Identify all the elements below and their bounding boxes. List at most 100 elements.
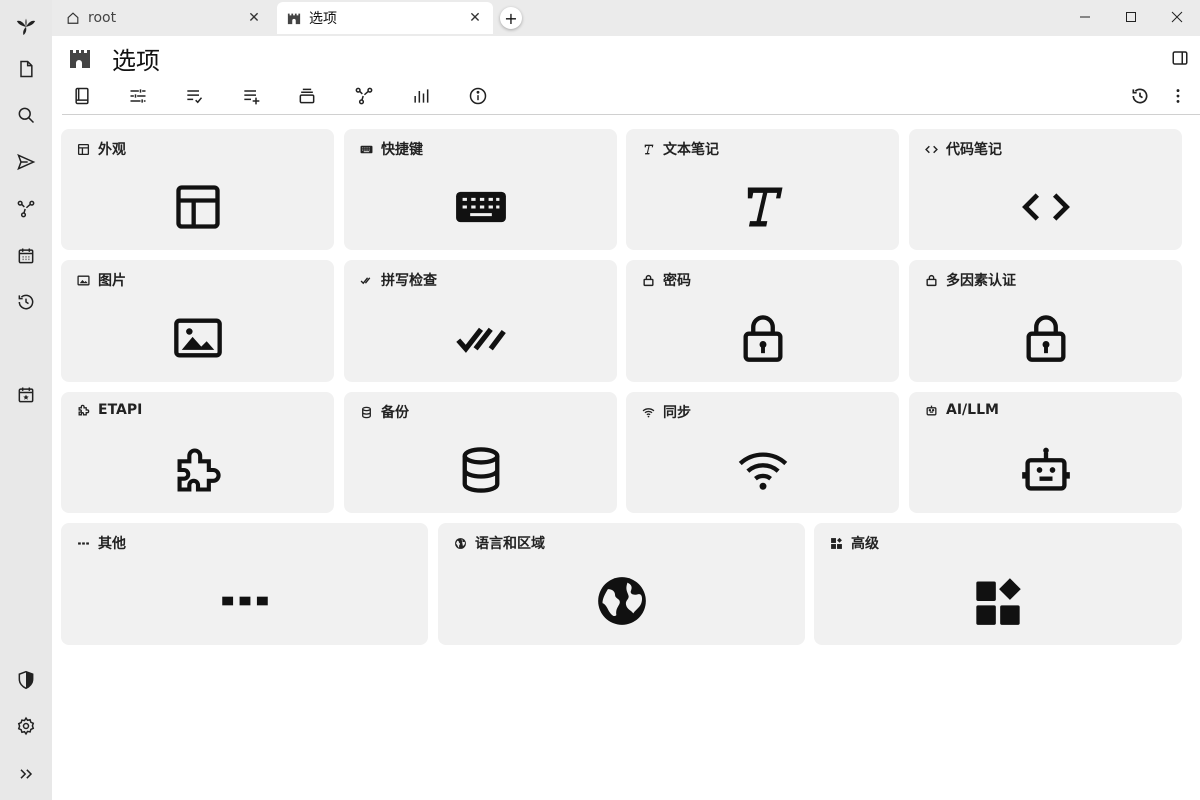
dots-icon [77,536,91,550]
tab-close-button[interactable]: ✕ [246,10,262,26]
double-check-icon [455,312,507,364]
card-code-notes[interactable]: 代码笔记 [909,129,1182,250]
card-appearance[interactable]: 外观 [61,129,334,250]
card-label: 同步 [663,405,691,421]
stack-icon[interactable] [289,82,325,110]
list-check-icon[interactable] [176,82,212,110]
robot-icon [1020,444,1072,496]
card-language-region[interactable]: 语言和区域 [438,523,805,645]
card-other[interactable]: 其他 [61,523,428,645]
ribbon-toolbar [62,80,1192,112]
castle-icon[interactable] [68,45,94,71]
app-logo-icon[interactable] [8,8,44,44]
title-row: 选项 [68,41,1192,76]
tab-close-button[interactable]: ✕ [467,10,483,26]
keyboard-icon [360,142,374,156]
main-content: 选项 外观 快捷键 文本笔记 代码笔记 图片 拼写检查 密码 多因素认证 ETA… [52,36,1200,800]
calendar-icon[interactable] [8,238,44,274]
lock-icon [925,273,939,287]
card-label: 语言和区域 [475,536,545,552]
card-ai-llm[interactable]: AI/LLM [909,392,1182,513]
lock-icon [642,273,656,287]
image-icon [172,312,224,364]
globe-icon [596,575,648,627]
wifi-icon [737,444,789,496]
today-calendar-icon[interactable] [8,377,44,413]
launcher-bar [0,0,52,800]
italic-t-icon [642,142,656,156]
maximize-button[interactable] [1108,0,1154,34]
card-label: 代码笔记 [946,142,1002,158]
recent-changes-icon[interactable] [8,284,44,320]
new-tab-button[interactable]: + [500,7,522,29]
bar-chart-icon[interactable] [403,82,439,110]
card-label: 备份 [381,405,409,421]
tab-root[interactable]: root ✕ [56,2,272,34]
card-label: 外观 [98,142,126,158]
wifi-icon [642,405,656,419]
card-backup[interactable]: 备份 [344,392,617,513]
tab-options[interactable]: 选项 ✕ [277,2,493,34]
card-label: 密码 [663,273,691,289]
search-icon[interactable] [8,97,44,133]
lock-icon [737,312,789,364]
card-label: 快捷键 [381,142,423,158]
protected-session-shield-icon[interactable] [8,662,44,698]
tab-title: 选项 [309,11,337,27]
italic-t-icon [737,181,789,233]
database-icon [360,405,374,419]
card-mfa[interactable]: 多因素认证 [909,260,1182,382]
note-map-icon[interactable] [346,82,382,110]
home-icon [66,10,82,26]
list-add-icon[interactable] [233,82,269,110]
widgets-icon [830,536,844,550]
note-map-icon[interactable] [8,191,44,227]
keyboard-icon [455,181,507,233]
castle-icon [287,10,303,26]
close-window-button[interactable] [1154,0,1200,34]
card-advanced[interactable]: 高级 [814,523,1182,645]
tab-bar: root ✕ 选项 ✕ + [52,0,1200,36]
globe-icon [454,536,468,550]
code-icon [925,142,939,156]
card-sync[interactable]: 同步 [626,392,899,513]
card-shortcuts[interactable]: 快捷键 [344,129,617,250]
card-label: 拼写检查 [381,273,437,289]
note-revisions-icon[interactable] [1122,82,1158,110]
minimize-button[interactable] [1062,0,1108,34]
double-check-icon [360,273,374,287]
card-label: 文本笔记 [663,142,719,158]
code-icon [1020,181,1072,233]
lock-icon [1020,312,1072,364]
sliders-icon[interactable] [120,82,156,110]
dots-icon [219,575,271,627]
info-icon[interactable] [460,82,496,110]
send-icon[interactable] [8,144,44,180]
card-label: 其他 [98,536,126,552]
card-spellcheck[interactable]: 拼写检查 [344,260,617,382]
image-icon [77,273,91,287]
card-text-notes[interactable]: 文本笔记 [626,129,899,250]
book-icon[interactable] [64,82,100,110]
ribbon-divider [62,114,1200,115]
puzzle-icon [172,444,224,496]
tab-title: root [88,10,117,26]
card-label: ETAPI [98,402,143,418]
widgets-icon [972,575,1024,627]
card-etapi[interactable]: ETAPI [61,392,334,513]
new-note-icon[interactable] [8,51,44,87]
card-label: 图片 [98,273,126,289]
layout-icon [77,142,91,156]
settings-gear-icon[interactable] [8,708,44,744]
card-label: 多因素认证 [946,273,1016,289]
robot-icon [925,403,939,417]
puzzle-icon [77,403,91,417]
more-vertical-icon[interactable] [1160,82,1196,110]
toggle-right-pane-icon[interactable] [1168,46,1192,70]
card-label: 高级 [851,536,879,552]
card-label: AI/LLM [946,402,999,418]
card-password[interactable]: 密码 [626,260,899,382]
expand-sidebar-chevrons-icon[interactable] [8,756,44,792]
page-title[interactable]: 选项 [112,41,1168,76]
card-images[interactable]: 图片 [61,260,334,382]
